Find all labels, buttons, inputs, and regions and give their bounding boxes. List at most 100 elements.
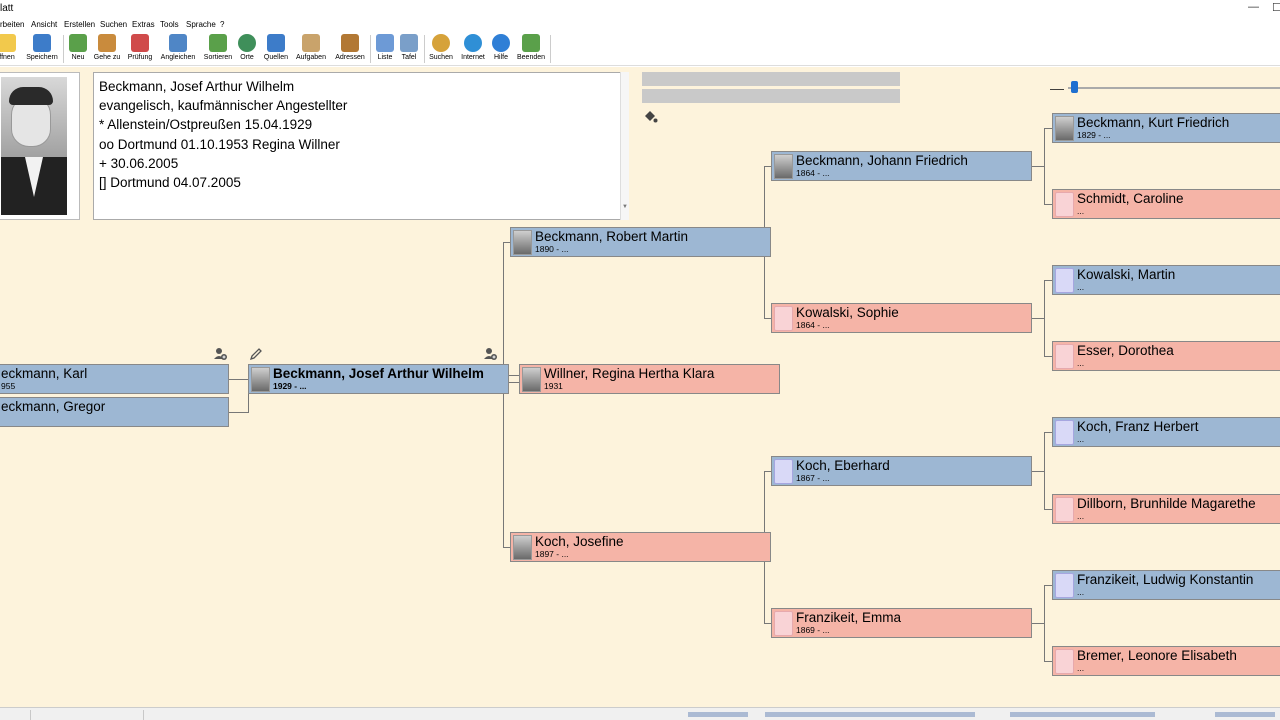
- open-label: ffnen: [0, 54, 15, 61]
- person-card-mother[interactable]: Koch, Josefine 1897 - ...: [510, 532, 771, 562]
- menu-extras[interactable]: Extras: [132, 20, 155, 29]
- check-icon: [131, 34, 149, 52]
- female-placeholder-icon: [774, 611, 793, 636]
- internet-icon: [464, 34, 482, 52]
- person-name: Franzikeit, Emma: [796, 610, 902, 625]
- save-icon: [33, 34, 51, 52]
- sort-button[interactable]: Sortieren: [202, 33, 234, 65]
- menu-tools[interactable]: Tools: [160, 20, 179, 29]
- new-button[interactable]: Neu: [68, 33, 88, 65]
- chart-button[interactable]: Tafel: [398, 33, 420, 65]
- window-title: latt: [0, 3, 14, 14]
- menu-help[interactable]: ?: [220, 20, 224, 29]
- zoom-out-button[interactable]: —: [1050, 80, 1064, 96]
- person-card-child-gregor[interactable]: eckmann, Gregor: [0, 397, 229, 427]
- magnifier-icon: [432, 34, 450, 52]
- person-card-great-grandparent[interactable]: Esser, Dorothea ...: [1052, 341, 1280, 371]
- sources-button[interactable]: Quellen: [262, 33, 290, 65]
- person-dates: 1864 - ...: [796, 320, 830, 330]
- help-button[interactable]: Hilfe: [490, 33, 512, 65]
- person-card-child-karl[interactable]: eckmann, Karl 955: [0, 364, 229, 394]
- help-icon: [492, 34, 510, 52]
- paint-bucket-icon[interactable]: [642, 108, 658, 124]
- merge-button[interactable]: Angleichen: [159, 33, 197, 65]
- person-name: Esser, Dorothea: [1077, 343, 1174, 358]
- person-portrait[interactable]: [0, 72, 80, 220]
- exit-label: Beenden: [516, 54, 546, 61]
- person-photo-thumbnail: [522, 367, 541, 392]
- check-button[interactable]: Prüfung: [125, 33, 155, 65]
- person-name: Willner, Regina Hertha Klara: [544, 366, 715, 381]
- person-dates: ...: [1077, 206, 1085, 216]
- person-card-great-grandparent[interactable]: Koch, Franz Herbert ...: [1052, 417, 1280, 447]
- maximize-button[interactable]: ☐: [1272, 1, 1280, 14]
- zoom-slider[interactable]: [1068, 87, 1280, 89]
- info-death: + 30.06.2005: [99, 155, 179, 171]
- addresses-button[interactable]: Adressen: [333, 33, 367, 65]
- person-card-maternal-grandfather[interactable]: Koch, Eberhard 1867 - ...: [771, 456, 1032, 486]
- menu-erstellen[interactable]: Erstellen: [64, 20, 95, 29]
- places-button[interactable]: Orte: [237, 33, 257, 65]
- person-name: Kowalski, Sophie: [796, 305, 899, 320]
- minimize-button[interactable]: —: [1248, 1, 1259, 13]
- person-dates: ...: [1077, 663, 1085, 673]
- person-dates: 1929 - ...: [273, 381, 307, 391]
- menu-sprache[interactable]: Sprache: [186, 20, 216, 29]
- help-label: Hilfe: [493, 54, 508, 61]
- person-card-paternal-grandmother[interactable]: Kowalski, Sophie 1864 - ...: [771, 303, 1032, 333]
- person-photo-thumbnail: [513, 535, 532, 560]
- person-photo-thumbnail: [1055, 116, 1074, 141]
- info-scrollbar[interactable]: ▼: [620, 72, 629, 220]
- person-name: eckmann, Gregor: [1, 399, 106, 414]
- person-name: Koch, Franz Herbert: [1077, 419, 1199, 434]
- person-name: Bremer, Leonore Elisabeth: [1077, 648, 1237, 663]
- person-card-spouse[interactable]: Willner, Regina Hertha Klara 1931: [519, 364, 780, 394]
- person-card-great-grandparent[interactable]: Beckmann, Kurt Friedrich 1829 - ...: [1052, 113, 1280, 143]
- goto-label: Gehe zu: [93, 54, 121, 61]
- person-card-great-grandparent[interactable]: Dillborn, Brunhilde Magarethe ...: [1052, 494, 1280, 524]
- person-card-paternal-grandfather[interactable]: Beckmann, Johann Friedrich 1864 - ...: [771, 151, 1032, 181]
- person-dates: ...: [1077, 587, 1085, 597]
- person-name: Beckmann, Josef Arthur Wilhelm: [273, 366, 484, 381]
- person-card-great-grandparent[interactable]: Franzikeit, Ludwig Konstantin ...: [1052, 570, 1280, 600]
- title-bar: latt — ☐: [0, 0, 1280, 18]
- add-spouse-icon[interactable]: [483, 347, 497, 361]
- zoom-slider-thumb[interactable]: [1070, 81, 1078, 93]
- sources-label: Quellen: [263, 54, 289, 61]
- places-label: Orte: [240, 54, 254, 61]
- exit-button[interactable]: Beenden: [515, 33, 547, 65]
- info-marriage: oo Dortmund 01.10.1953 Regina Willner: [99, 136, 340, 152]
- person-card-maternal-grandmother[interactable]: Franzikeit, Emma 1869 - ...: [771, 608, 1032, 638]
- status-text-blurred: [688, 712, 748, 717]
- person-name: Schmidt, Caroline: [1077, 191, 1184, 206]
- person-card-great-grandparent[interactable]: Bremer, Leonore Elisabeth ...: [1052, 646, 1280, 676]
- edit-pencil-icon[interactable]: [249, 347, 263, 361]
- add-child-icon[interactable]: [213, 347, 227, 361]
- tasks-button[interactable]: Aufgaben: [294, 33, 328, 65]
- menu-suchen[interactable]: Suchen: [100, 20, 127, 29]
- list-button[interactable]: Liste: [375, 33, 395, 65]
- person-card-main[interactable]: Beckmann, Josef Arthur Wilhelm 1929 - ..…: [248, 364, 509, 394]
- person-card-great-grandparent[interactable]: Kowalski, Martin ...: [1052, 265, 1280, 295]
- sort-label: Sortieren: [203, 54, 233, 61]
- menu-bearbeiten[interactable]: rbeiten: [0, 20, 24, 29]
- person-name: Koch, Eberhard: [796, 458, 890, 473]
- new-person-icon: [69, 34, 87, 52]
- open-button[interactable]: ffnen: [0, 33, 20, 65]
- menu-ansicht[interactable]: Ansicht: [31, 20, 57, 29]
- new-label: Neu: [71, 54, 85, 61]
- person-card-great-grandparent[interactable]: Schmidt, Caroline ...: [1052, 189, 1280, 219]
- person-dates: ...: [1077, 434, 1085, 444]
- list-icon: [376, 34, 394, 52]
- goto-button[interactable]: Gehe zu: [92, 33, 122, 65]
- person-dates: 1890 - ...: [535, 244, 569, 254]
- clipboard-icon: [302, 34, 320, 52]
- person-card-father[interactable]: Beckmann, Robert Martin 1890 - ...: [510, 227, 771, 257]
- internet-button[interactable]: Internet: [459, 33, 487, 65]
- info-name: Beckmann, Josef Arthur Wilhelm: [99, 79, 295, 94]
- person-name: Kowalski, Martin: [1077, 267, 1176, 282]
- search-button[interactable]: Suchen: [428, 33, 454, 65]
- person-info-box: Beckmann, Josef Arthur Wilhelm evangelis…: [93, 72, 629, 220]
- save-button[interactable]: Speichern: [24, 33, 60, 65]
- person-name: Beckmann, Kurt Friedrich: [1077, 115, 1230, 130]
